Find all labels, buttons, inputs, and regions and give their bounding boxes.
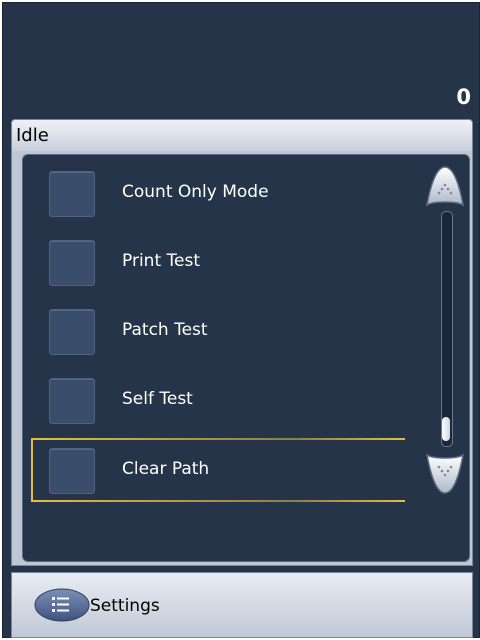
settings-label[interactable]: Settings bbox=[90, 594, 160, 618]
checkbox[interactable] bbox=[49, 309, 95, 355]
scrollbar-thumb[interactable] bbox=[442, 417, 450, 441]
status-text: Idle bbox=[16, 125, 49, 146]
status-bar: Idle bbox=[11, 119, 473, 152]
scrollbar-track[interactable] bbox=[441, 211, 453, 447]
function-list-panel: Count Only Mode Print Test Patch Test Se… bbox=[11, 151, 473, 566]
screen: 0 Idle Count Only Mode Print Test Patch … bbox=[0, 0, 480, 640]
checkbox[interactable] bbox=[49, 378, 95, 424]
list-item-label: Self Test bbox=[122, 389, 193, 409]
scroll-down-button[interactable] bbox=[425, 451, 465, 495]
list-menu-icon bbox=[52, 597, 69, 612]
list-item-self-test[interactable]: Self Test bbox=[31, 368, 405, 432]
list-item-print-test[interactable]: Print Test bbox=[31, 230, 405, 294]
page-counter: 0 bbox=[456, 85, 471, 109]
device-panel: 0 Idle Count Only Mode Print Test Patch … bbox=[2, 2, 480, 638]
scroll-up-button[interactable] bbox=[425, 165, 465, 209]
settings-button[interactable] bbox=[32, 587, 92, 623]
list-item-clear-path[interactable]: Clear Path bbox=[31, 438, 405, 502]
list-item-patch-test[interactable]: Patch Test bbox=[31, 299, 405, 363]
list-item-label: Patch Test bbox=[122, 320, 208, 340]
bottom-toolbar: Settings bbox=[11, 572, 473, 638]
list-item-count-only-mode[interactable]: Count Only Mode bbox=[31, 161, 405, 225]
list-item-label: Clear Path bbox=[122, 459, 210, 479]
list-item-label: Print Test bbox=[122, 251, 200, 271]
checkbox[interactable] bbox=[49, 448, 95, 494]
checkbox[interactable] bbox=[49, 240, 95, 286]
list-item-label: Count Only Mode bbox=[122, 182, 269, 202]
checkbox[interactable] bbox=[49, 171, 95, 217]
function-list: Count Only Mode Print Test Patch Test Se… bbox=[22, 154, 470, 562]
